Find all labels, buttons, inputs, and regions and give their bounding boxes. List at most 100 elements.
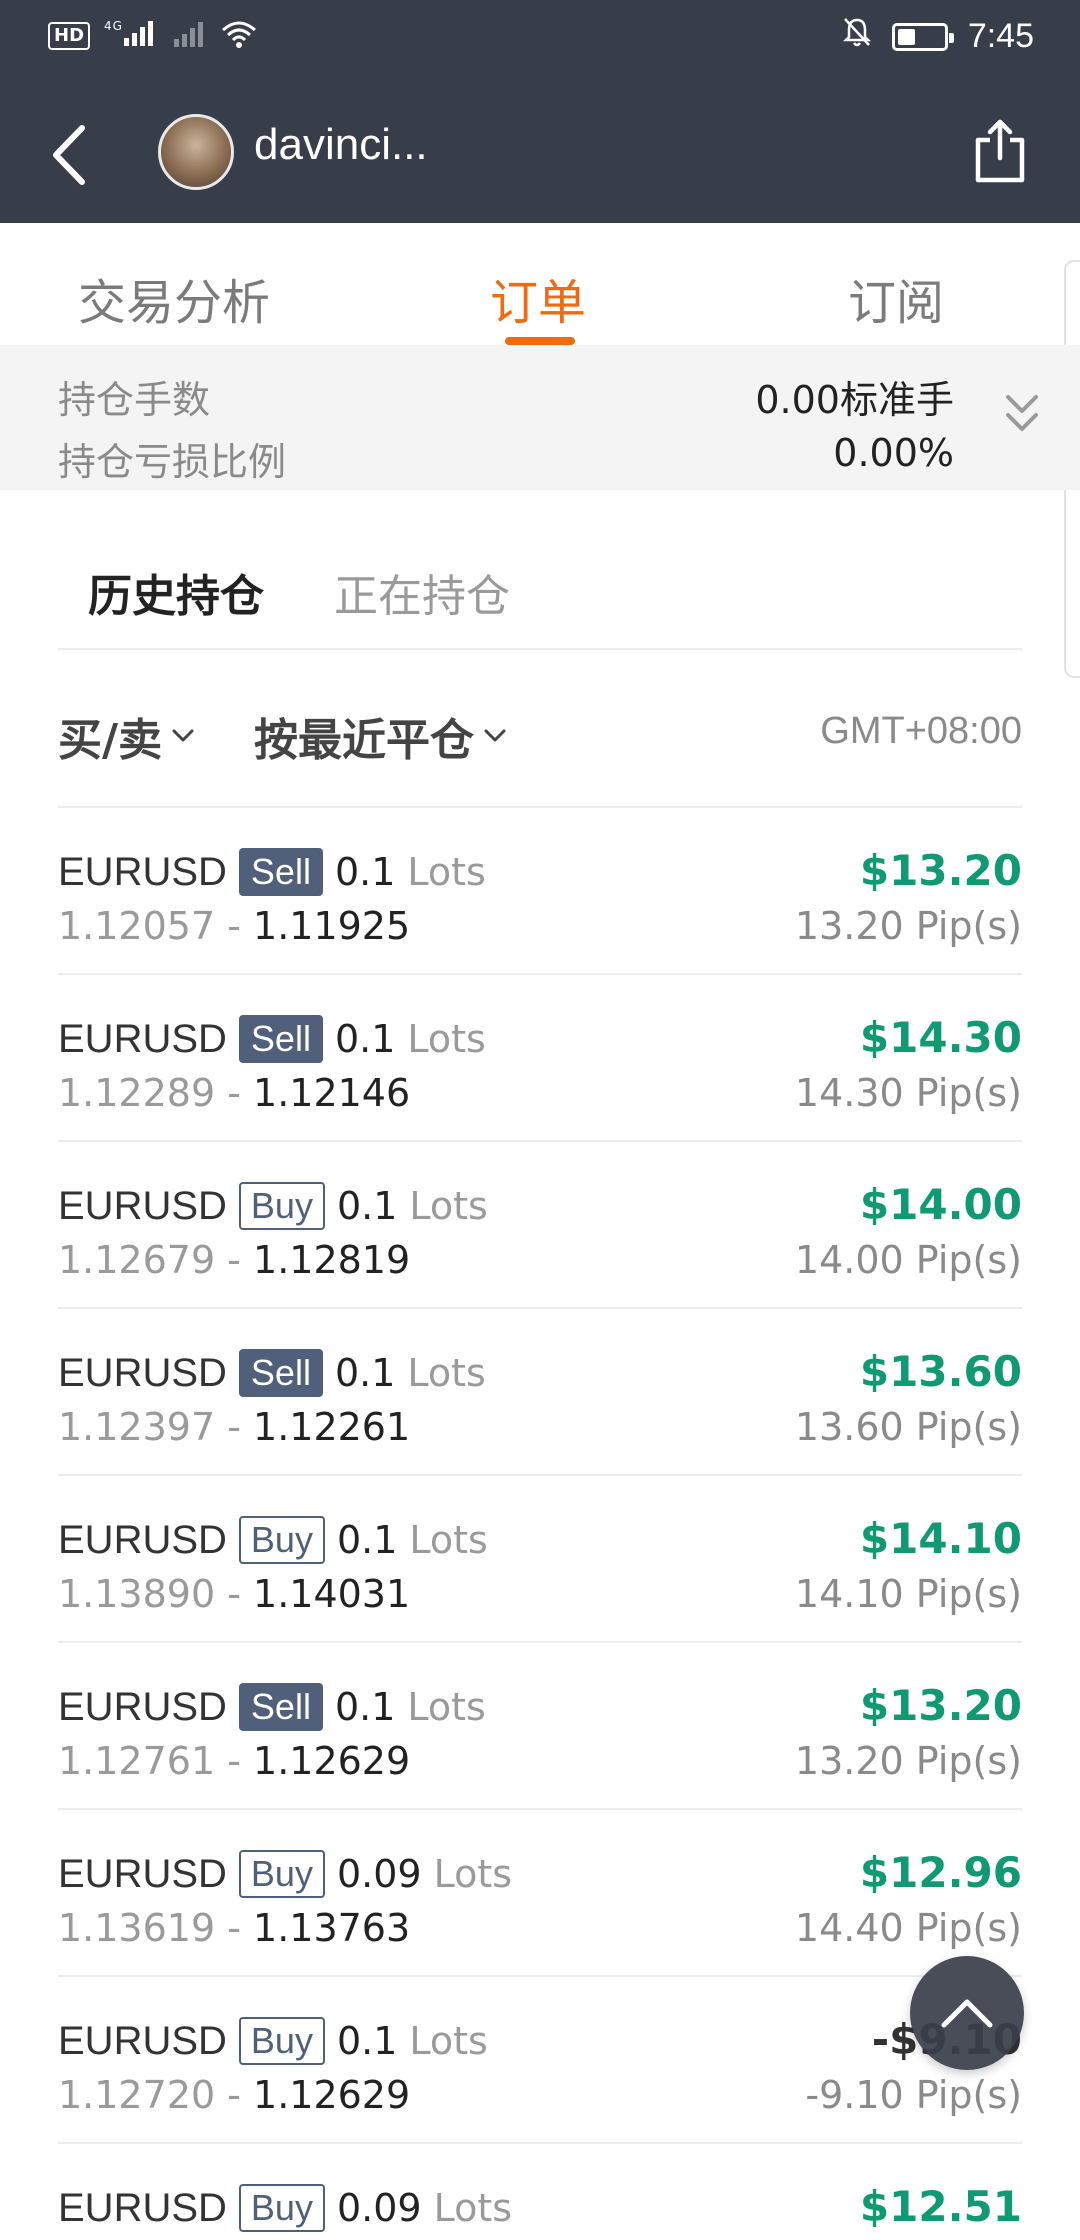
price-separator: - bbox=[215, 1238, 254, 1282]
order-prices: 1.12057 - 1.11925 bbox=[58, 904, 410, 948]
hd-icon: HD bbox=[48, 21, 91, 50]
order-pips: 13.20 Pip(s) bbox=[794, 904, 1022, 948]
order-lots-unit: Lots bbox=[409, 1184, 488, 1228]
expand-summary-button[interactable] bbox=[1002, 389, 1042, 445]
status-right: 7:45 bbox=[842, 16, 1034, 57]
wifi-icon bbox=[220, 19, 258, 53]
order-symbol: EURUSD bbox=[58, 1684, 227, 1729]
order-symbol: EURUSD bbox=[58, 849, 227, 894]
share-icon bbox=[975, 119, 1025, 183]
order-lots: 0.09 bbox=[336, 1852, 422, 1896]
order-symbol: EURUSD bbox=[58, 2018, 227, 2063]
share-button[interactable] bbox=[972, 118, 1032, 188]
signal-2-icon bbox=[170, 19, 206, 53]
chevron-down-icon bbox=[172, 729, 194, 742]
order-profit: $14.00 bbox=[859, 1180, 1022, 1229]
double-chevron-down-icon bbox=[1006, 395, 1038, 431]
order-lots: 0.1 bbox=[334, 1685, 396, 1729]
order-close-price: 1.11925 bbox=[253, 904, 411, 948]
sort-filter-dropdown[interactable]: 按最近平仓 bbox=[254, 704, 506, 768]
tab-orders[interactable]: 订单 bbox=[490, 263, 586, 333]
avatar[interactable] bbox=[158, 114, 234, 190]
order-row[interactable]: EURUSD Sell 0.1 Lots 1.12761 - 1.12629 $13.20… bbox=[0, 1643, 1080, 1810]
tab-history-positions[interactable]: 历史持仓 bbox=[88, 560, 264, 624]
order-line1: EURUSD Buy 0.09 Lots bbox=[58, 1850, 512, 1898]
order-pips: 13.60 Pip(s) bbox=[794, 1405, 1022, 1449]
order-side-badge: Buy bbox=[238, 1516, 325, 1564]
order-row[interactable]: EURUSD Sell 0.1 Lots 1.12057 - 1.11925 $13.20… bbox=[0, 808, 1080, 975]
price-separator: - bbox=[215, 2073, 254, 2117]
order-prices: 1.13619 - 1.13763 bbox=[58, 1906, 410, 1950]
order-lots-unit: Lots bbox=[407, 1351, 486, 1395]
tab-analysis[interactable]: 交易分析 bbox=[78, 263, 270, 333]
order-line1: EURUSD Buy 0.09 Lots bbox=[58, 2184, 512, 2232]
order-symbol: EURUSD bbox=[58, 1016, 227, 1061]
order-symbol: EURUSD bbox=[58, 1183, 227, 1228]
order-side-badge: Sell bbox=[238, 1015, 323, 1063]
order-lots-unit: Lots bbox=[433, 2186, 513, 2230]
order-prices: 1.12720 - 1.12629 bbox=[58, 2073, 410, 2117]
order-open-price: 1.12761 bbox=[58, 1739, 216, 1783]
order-open-price: 1.12397 bbox=[58, 1405, 216, 1449]
status-left: HD 4G bbox=[48, 18, 258, 53]
order-prices: 1.12761 - 1.12629 bbox=[58, 1739, 410, 1783]
order-pips: 14.30 Pip(s) bbox=[794, 1071, 1022, 1115]
timezone-label: GMT+08:00 bbox=[820, 710, 1022, 752]
order-close-price: 1.12146 bbox=[253, 1071, 411, 1115]
chevron-down-icon bbox=[484, 729, 506, 742]
order-lots: 0.1 bbox=[336, 1184, 398, 1228]
order-row[interactable]: EURUSD Sell 0.1 Lots 1.12289 - 1.12146 $14.30… bbox=[0, 975, 1080, 1142]
order-line1: EURUSD Sell 0.1 Lots bbox=[58, 1015, 486, 1063]
position-loss-value: 0.00% bbox=[833, 431, 954, 475]
order-profit: $12.96 bbox=[859, 1848, 1022, 1897]
main-tabs: 交易分析 订单 订阅 bbox=[0, 223, 1080, 345]
order-side-badge: Sell bbox=[238, 1349, 323, 1397]
order-row[interactable]: EURUSD Buy 0.1 Lots 1.13890 - 1.14031 $14.10 1… bbox=[0, 1476, 1080, 1643]
order-pips: -9.10 Pip(s) bbox=[805, 2073, 1022, 2117]
tab-open-positions[interactable]: 正在持仓 bbox=[334, 560, 510, 624]
order-lots: 0.1 bbox=[334, 1351, 396, 1395]
order-line1: EURUSD Buy 0.1 Lots bbox=[58, 1182, 488, 1230]
order-line1: EURUSD Sell 0.1 Lots bbox=[58, 848, 486, 896]
order-prices: 1.13890 - 1.14031 bbox=[58, 1572, 410, 1616]
order-row[interactable]: EURUSD Buy 0.09 Lots 1.13619 - 1.13763 $12.96… bbox=[0, 1810, 1080, 1977]
tab-subscribe[interactable]: 订阅 bbox=[848, 263, 944, 333]
order-side-badge: Buy bbox=[238, 1182, 325, 1230]
order-lots-unit: Lots bbox=[407, 1017, 486, 1061]
position-lots-label: 持仓手数 bbox=[58, 378, 211, 422]
order-row[interactable]: EURUSD Buy 0.09 Lots $12.51 bbox=[0, 2144, 1080, 2240]
price-separator: - bbox=[215, 1572, 254, 1616]
scroll-top-button[interactable] bbox=[910, 1956, 1024, 2070]
side-filter-dropdown[interactable]: 买/卖 bbox=[58, 704, 194, 768]
order-line1: EURUSD Buy 0.1 Lots bbox=[58, 2017, 488, 2065]
order-close-price: 1.12629 bbox=[253, 1739, 411, 1783]
position-subtabs: 历史持仓 正在持仓 bbox=[0, 490, 1080, 650]
tab-active-indicator bbox=[505, 337, 575, 345]
order-open-price: 1.13890 bbox=[58, 1572, 216, 1616]
order-lots: 0.1 bbox=[336, 1518, 398, 1562]
order-prices: 1.12679 - 1.12819 bbox=[58, 1238, 410, 1282]
price-separator: - bbox=[215, 1071, 254, 1115]
side-filter-label: 买/卖 bbox=[58, 715, 163, 766]
order-open-price: 1.12720 bbox=[58, 2073, 216, 2117]
price-separator: - bbox=[215, 904, 254, 948]
signal-icon: 4G bbox=[104, 18, 156, 53]
order-side-badge: Buy bbox=[238, 2017, 325, 2065]
sort-filter-label: 按最近平仓 bbox=[254, 715, 474, 766]
back-button[interactable] bbox=[38, 120, 98, 190]
order-symbol: EURUSD bbox=[58, 1851, 227, 1896]
divider bbox=[58, 648, 1022, 650]
order-row[interactable]: EURUSD Sell 0.1 Lots 1.12397 - 1.12261 $13.60… bbox=[0, 1309, 1080, 1476]
username[interactable]: davinci... bbox=[254, 120, 428, 170]
chevron-left-icon bbox=[53, 125, 85, 185]
order-pips: 13.20 Pip(s) bbox=[794, 1739, 1022, 1783]
price-separator: - bbox=[215, 1906, 254, 1950]
order-lots-unit: Lots bbox=[407, 1685, 486, 1729]
order-profit: $13.20 bbox=[859, 846, 1022, 895]
order-open-price: 1.12289 bbox=[58, 1071, 216, 1115]
order-row[interactable]: EURUSD Buy 0.1 Lots 1.12679 - 1.12819 $14.00 1… bbox=[0, 1142, 1080, 1309]
status-time: 7:45 bbox=[967, 17, 1034, 55]
order-symbol: EURUSD bbox=[58, 2185, 227, 2230]
order-symbol: EURUSD bbox=[58, 1350, 227, 1395]
order-profit: $13.20 bbox=[859, 1681, 1022, 1730]
